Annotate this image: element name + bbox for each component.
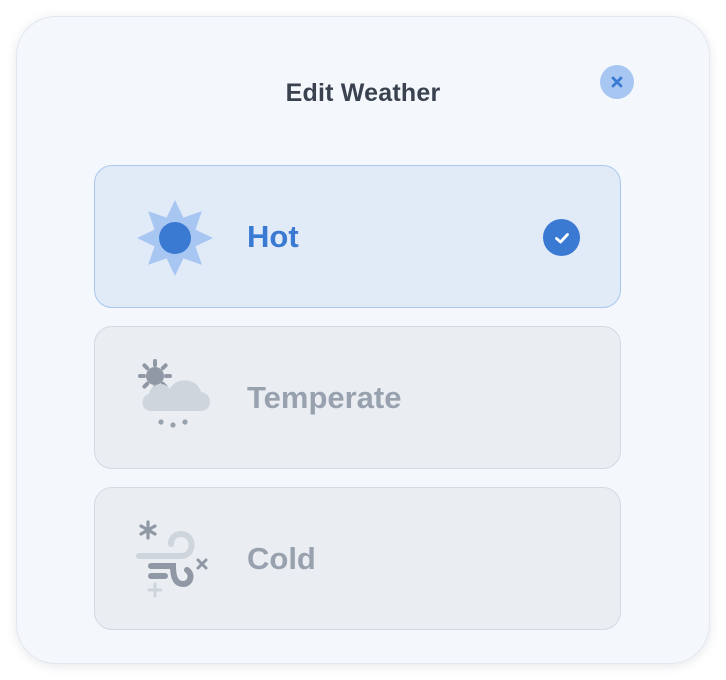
- option-label-temperate: Temperate: [247, 379, 402, 415]
- wind-snow-icon: [136, 520, 208, 598]
- selected-check-indicator: [543, 219, 580, 256]
- weather-option-temperate[interactable]: Temperate: [94, 326, 621, 469]
- weather-option-cold[interactable]: Cold: [94, 487, 621, 630]
- checkmark-icon: [554, 232, 569, 243]
- edit-weather-dialog: Edit Weather Hot Temperate Cold: [16, 16, 710, 664]
- option-label-hot: Hot: [247, 218, 299, 254]
- close-icon: [611, 76, 623, 88]
- weather-option-hot[interactable]: Hot: [94, 165, 621, 308]
- option-label-cold: Cold: [247, 540, 316, 576]
- sun-icon: [137, 200, 213, 276]
- sun-cloud-icon: [138, 359, 210, 428]
- close-button[interactable]: [600, 65, 634, 99]
